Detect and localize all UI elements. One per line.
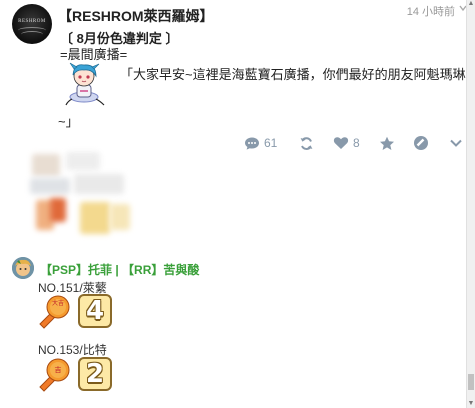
chevron-down-icon <box>449 138 463 148</box>
post-line-greeting: 「大家早安~這裡是海藍寶石廣播，你們最好的朋友阿魁瑪琳 <box>120 67 466 82</box>
reply-card: 【PSP】托菲 | 【RR】苦與酸 NO.151/萊蘩 大吉 4 NO.153/… <box>0 252 467 408</box>
badge-number: 4 <box>85 296 105 326</box>
refresh-icon <box>299 136 314 151</box>
avatar-brand-text: RESHROM <box>18 19 46 24</box>
fortune-pin-text: 吉 <box>55 366 62 374</box>
comments-button[interactable]: 61 <box>244 132 277 154</box>
scrollbar-thumb[interactable] <box>468 374 474 390</box>
author-avatar[interactable]: RESHROM <box>12 4 52 44</box>
fortune-pin-text: 大吉 <box>52 299 64 307</box>
favorite-button[interactable] <box>379 132 395 154</box>
reply-author-avatar[interactable] <box>12 257 34 279</box>
block-button[interactable] <box>413 132 429 154</box>
post-card: RESHROM 【RESHROM萊西羅姆】 14 小時前 〔 8月份色違判定 〕… <box>0 0 467 160</box>
chibi-character-sticker <box>62 61 106 107</box>
blurred-image-placeholder <box>22 150 134 245</box>
fortune-pin-icon: 大吉 <box>38 294 70 330</box>
like-button[interactable]: 8 <box>333 132 360 154</box>
number-badge: 4 <box>78 294 112 328</box>
number-badge: 2 <box>78 357 112 391</box>
vertical-scrollbar[interactable]: ▲ ▼ <box>466 0 475 408</box>
star-icon <box>379 136 395 151</box>
badge-number: 2 <box>85 359 105 389</box>
scroll-up-arrow-icon[interactable]: ▲ <box>467 0 475 8</box>
share-button[interactable] <box>299 132 314 154</box>
post-timestamp[interactable]: 14 小時前 <box>407 3 455 19</box>
fortune-pin-icon: 吉 <box>38 357 70 393</box>
comments-count: 61 <box>264 136 278 150</box>
scroll-down-arrow-icon[interactable]: ▼ <box>467 400 475 408</box>
no-entry-icon <box>413 135 429 151</box>
reply-author-name[interactable]: 【PSP】托菲 | 【RR】苦與酸 <box>40 261 199 278</box>
avatar-wave-decoration <box>21 31 43 38</box>
likes-count: 8 <box>353 136 360 150</box>
speech-bubble-icon <box>244 136 260 151</box>
post-menu-button[interactable] <box>449 132 463 154</box>
heart-icon <box>333 136 349 150</box>
reply-entry-label: NO.153/比特 <box>38 343 107 357</box>
post-line-greeting-end: ~」 <box>58 114 79 129</box>
post-author-name[interactable]: 【RESHROM萊西羅姆】 <box>58 6 214 26</box>
